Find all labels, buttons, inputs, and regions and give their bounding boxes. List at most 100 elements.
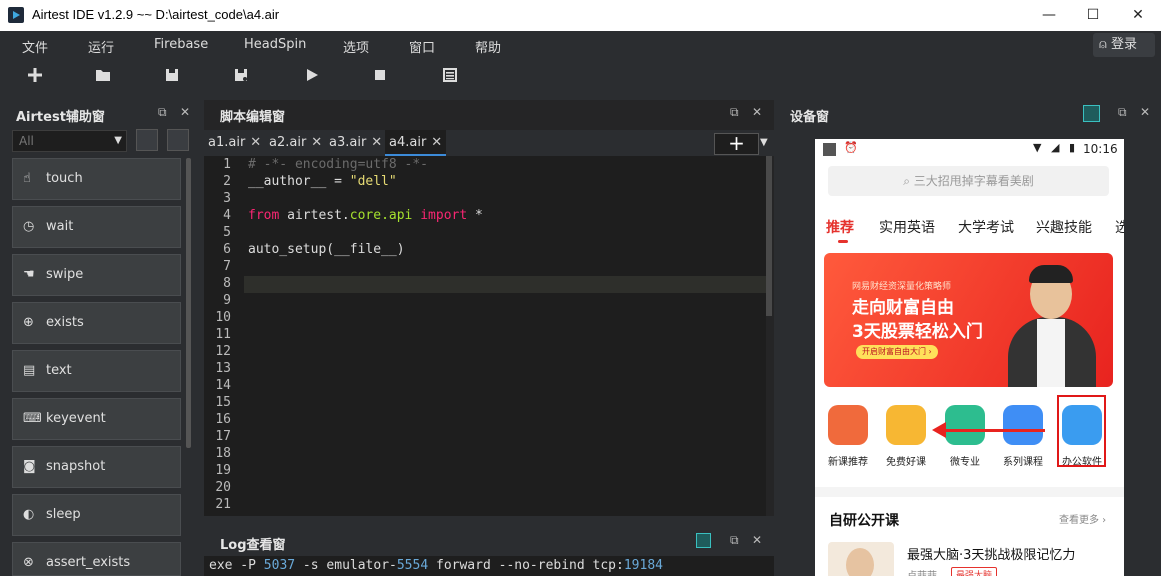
log-icon[interactable] [441, 66, 459, 84]
minimize-button[interactable]: — [1026, 0, 1072, 31]
clock-icon: ◷ [23, 219, 35, 234]
tab-a2[interactable]: a2.air ✕ [265, 130, 326, 156]
new-icon[interactable] [26, 66, 44, 84]
free-course-label: 免费好课 [886, 457, 926, 468]
close-panel-icon[interactable]: ✕ [752, 105, 762, 119]
course-title[interactable]: 最强大脑·3天挑战极限记忆力 [907, 544, 1075, 563]
code-line: # -*- encoding=utf8 -*- [248, 157, 429, 172]
tab-more[interactable]: 选 [1115, 217, 1124, 237]
promo-banner[interactable]: 网易财经资深量化策略师 走向财富自由 3天股票轻松入门 开启财富自由大门 › [824, 253, 1113, 387]
menu-window[interactable]: 窗口 [409, 37, 435, 56]
run-icon[interactable] [303, 66, 321, 84]
line-number: 19 [215, 463, 231, 478]
maximize-button[interactable]: ☐ [1070, 0, 1116, 31]
code-line: __author__ = "dell" [248, 174, 397, 189]
tab-a3[interactable]: a3.air ✕ [325, 130, 386, 156]
sleep-button[interactable]: ◐ sleep [12, 494, 181, 536]
window-title: Airtest IDE v1.2.9 ~~ D:\airtest_code\a4… [32, 7, 280, 22]
float-panel-icon[interactable]: ⧉ [730, 533, 739, 548]
touch-label: touch [46, 171, 83, 186]
current-line-highlight [244, 276, 770, 293]
save-as-icon[interactable] [232, 66, 250, 84]
line-number: 16 [215, 412, 231, 427]
record-button[interactable] [167, 129, 189, 151]
assist-filter-select[interactable]: All ▼ [12, 130, 127, 152]
tab-interest-skills[interactable]: 兴趣技能 [1036, 217, 1092, 237]
swipe-button[interactable]: ☚ swipe [12, 254, 181, 296]
series-course-entry[interactable]: 系列课程 [999, 405, 1047, 468]
line-number: 11 [215, 327, 231, 342]
banner-cta[interactable]: 开启财富自由大门 › [856, 345, 938, 359]
active-tab-indicator [838, 240, 848, 243]
keyevent-button[interactable]: ⌨ keyevent [12, 398, 181, 440]
assert-exists-label: assert_exists [46, 555, 131, 570]
menu-help[interactable]: 帮助 [475, 37, 501, 56]
close-panel-icon[interactable]: ✕ [180, 105, 190, 119]
open-icon[interactable] [94, 66, 112, 84]
snapshot-button[interactable]: ◙ snapshot [12, 446, 181, 488]
wifi-icon: ▼ [1033, 141, 1042, 154]
close-icon[interactable]: ✕ [250, 135, 261, 150]
tab-a4[interactable]: a4.air ✕ [385, 130, 447, 156]
stop-icon[interactable] [371, 66, 389, 84]
menu-file[interactable]: 文件 [22, 37, 48, 56]
log-panel-title: Log查看窗 [220, 538, 286, 553]
exists-button[interactable]: ⊕ exists [12, 302, 181, 344]
close-panel-icon[interactable]: ✕ [1140, 105, 1150, 119]
book-icon [886, 405, 926, 445]
free-course-entry[interactable]: 免费好课 [882, 405, 930, 468]
device-screen[interactable]: ⏰ ▼ ◢ ▮ 10:16 ⌕ 三大招甩掉字幕看美剧 推荐 实用英语 大学考试 … [815, 139, 1124, 576]
menu-run[interactable]: 运行 [88, 37, 114, 56]
new-course-label: 新课推荐 [828, 457, 868, 468]
float-panel-icon[interactable]: ⧉ [1118, 105, 1127, 120]
app-search-bar[interactable]: ⌕ 三大招甩掉字幕看美剧 [828, 166, 1109, 196]
banner-pagination [915, 379, 981, 387]
close-icon[interactable]: ✕ [311, 135, 322, 150]
menu-firebase[interactable]: Firebase [154, 37, 208, 52]
menu-headspin[interactable]: HeadSpin [244, 37, 306, 52]
new-course-entry[interactable]: 新课推荐 [824, 405, 872, 468]
user-icon: ⍝ [1099, 37, 1107, 52]
banner-title-2: 3天股票轻松入门 [852, 322, 983, 342]
notification-icon [823, 143, 836, 156]
assist-filter-value: All [19, 134, 34, 148]
see-more-link[interactable]: 查看更多 › [1059, 511, 1106, 526]
float-panel-icon[interactable]: ⧉ [730, 105, 739, 120]
login-button[interactable]: ⍝ 登录 [1093, 33, 1155, 57]
close-window-button[interactable]: ✕ [1115, 0, 1161, 31]
tab-practical-english[interactable]: 实用英语 [879, 217, 935, 237]
close-icon[interactable]: ✕ [371, 135, 382, 150]
filter-icon[interactable] [696, 533, 711, 548]
tab-label: a3.air [329, 135, 367, 150]
float-panel-icon[interactable]: ⧉ [158, 105, 167, 120]
annotation-highlight-box [1057, 395, 1106, 467]
touch-button[interactable]: ☝ touch [12, 158, 181, 200]
tab-recommend[interactable]: 推荐 [826, 217, 854, 237]
tab-a1[interactable]: a1.air ✕ [204, 130, 265, 156]
text-button[interactable]: ▤ text [12, 350, 181, 392]
course-thumbnail[interactable] [828, 542, 894, 576]
wait-label: wait [46, 219, 74, 234]
swipe-icon: ☚ [23, 267, 35, 282]
editor-scrollbar[interactable] [766, 156, 772, 316]
close-icon[interactable]: ✕ [431, 135, 442, 150]
tab-college-exam[interactable]: 大学考试 [958, 217, 1014, 237]
device-tools-icon[interactable] [1083, 105, 1100, 122]
battery-icon: ▮ [1069, 141, 1076, 154]
editor-panel-header: 脚本编辑窗 ⧉ ✕ [212, 100, 774, 128]
assist-scrollbar[interactable] [186, 158, 191, 448]
code-editor[interactable]: 1 2 3 4 5 6 7 8 9 10 11 12 13 14 15 16 17 18 19 20 21 # -*- … [204, 156, 770, 516]
save-icon[interactable] [163, 66, 181, 84]
micro-major-entry[interactable]: 微专业 [941, 405, 989, 468]
chevron-down-icon[interactable]: ▼ [760, 137, 768, 148]
assert-icon: ⊗ [23, 555, 34, 570]
screenshot-select-button[interactable] [136, 129, 158, 151]
add-tab-button[interactable]: + [714, 133, 759, 155]
close-panel-icon[interactable]: ✕ [752, 533, 762, 547]
course-author: 卢菲菲 [907, 567, 937, 576]
wait-button[interactable]: ◷ wait [12, 206, 181, 248]
device-panel-title: 设备窗 [790, 110, 830, 125]
menu-options[interactable]: 选项 [343, 37, 369, 56]
assert-exists-button[interactable]: ⊗ assert_exists [12, 542, 181, 576]
line-number: 1 [223, 157, 231, 172]
